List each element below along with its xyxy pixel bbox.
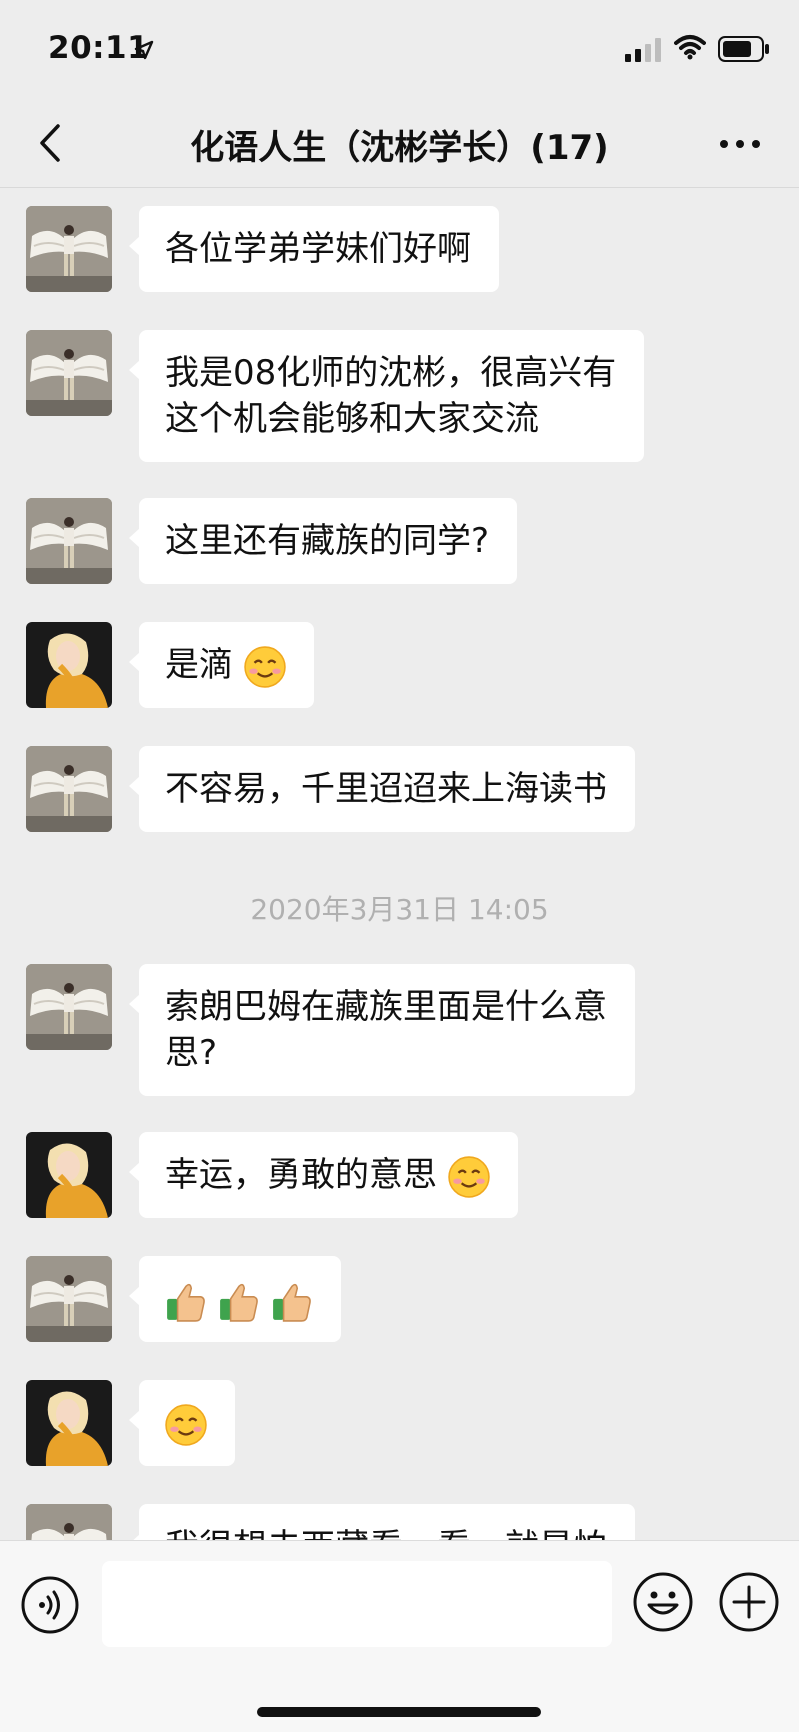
- wifi-icon: [674, 35, 706, 60]
- message-bubble[interactable]: 各位学弟学妹们好啊: [129, 206, 499, 292]
- message-bubble[interactable]: 这里还有藏族的同学?: [128, 498, 518, 584]
- location-arrow-icon: [134, 40, 154, 60]
- thumbs-up-emoji-icon: [219, 1283, 258, 1322]
- home-indicator[interactable]: [257, 1707, 541, 1717]
- message-bubble[interactable]: 不容易，千里迢迢来上海读书: [129, 746, 635, 832]
- smile-emoji-icon: [447, 1155, 490, 1198]
- status-bar: 20:11: [0, 0, 799, 100]
- sender-avatar[interactable]: [26, 964, 112, 1050]
- battery-icon: [718, 36, 769, 62]
- chat-message-list[interactable]: 各位学弟学妹们好啊 我是08化师的沈彬，很高兴有 这个机会能够和大家交流 这里还…: [0, 188, 799, 1540]
- sender-avatar[interactable]: [26, 206, 112, 292]
- message-bubble[interactable]: 我很想去西藏看一看，就是怕: [129, 1504, 635, 1540]
- message-text-line: 我是08化师的沈彬，很高兴有: [165, 353, 617, 393]
- message-text-line: 索朗巴姆在藏族里面是什么意: [165, 987, 607, 1027]
- thumbs-up-emoji-icon: [166, 1283, 205, 1322]
- message-bubble[interactable]: 是滴: [129, 622, 314, 708]
- sender-avatar[interactable]: [26, 330, 112, 416]
- message-text: 这里还有藏族的同学?: [165, 521, 490, 561]
- cellular-signal-icon: [625, 38, 661, 62]
- more-functions-plus-button[interactable]: [718, 1571, 780, 1633]
- message-bubble[interactable]: [129, 1256, 341, 1342]
- emoji-picker-button[interactable]: [632, 1571, 694, 1633]
- voice-input-button[interactable]: [20, 1575, 80, 1635]
- sender-avatar[interactable]: [26, 746, 112, 832]
- sender-avatar[interactable]: [26, 1256, 112, 1342]
- message-text: 不容易，千里迢迢来上海读书: [165, 769, 607, 809]
- chat-timestamp: 2020年3月31日 14:05: [250, 893, 549, 926]
- nav-bar: 化语人生（沈彬学长）(17): [0, 100, 799, 188]
- message-bubble[interactable]: 我是08化师的沈彬，很高兴有 这个机会能够和大家交流: [128, 330, 645, 462]
- message-text: 幸运，勇敢的意思: [165, 1155, 437, 1195]
- message-text-line: 这个机会能够和大家交流: [165, 399, 539, 439]
- message-input[interactable]: [102, 1561, 612, 1647]
- input-bar: [0, 1540, 799, 1732]
- sender-avatar[interactable]: [26, 622, 112, 708]
- message-bubble[interactable]: 幸运，勇敢的意思: [129, 1132, 518, 1218]
- sender-avatar[interactable]: [26, 498, 112, 584]
- message-bubble[interactable]: 索朗巴姆在藏族里面是什么意 思?: [129, 964, 635, 1096]
- message-text: 我很想去西藏看一看，就是怕: [165, 1527, 607, 1540]
- message-bubble[interactable]: [129, 1380, 235, 1466]
- message-text-line: 思?: [165, 1033, 218, 1073]
- sender-avatar[interactable]: [26, 1132, 112, 1218]
- smile-emoji-icon: [165, 1403, 207, 1446]
- message-text: 各位学弟学妹们好啊: [165, 229, 471, 269]
- chat-title: 化语人生（沈彬学长）(17): [190, 128, 609, 168]
- smile-emoji-icon: [243, 645, 286, 688]
- sender-avatar[interactable]: [26, 1504, 112, 1540]
- message-text: 是滴: [165, 645, 233, 685]
- sender-avatar[interactable]: [26, 1380, 112, 1466]
- thumbs-up-emoji-icon: [271, 1283, 311, 1322]
- more-options-button[interactable]: [716, 126, 764, 162]
